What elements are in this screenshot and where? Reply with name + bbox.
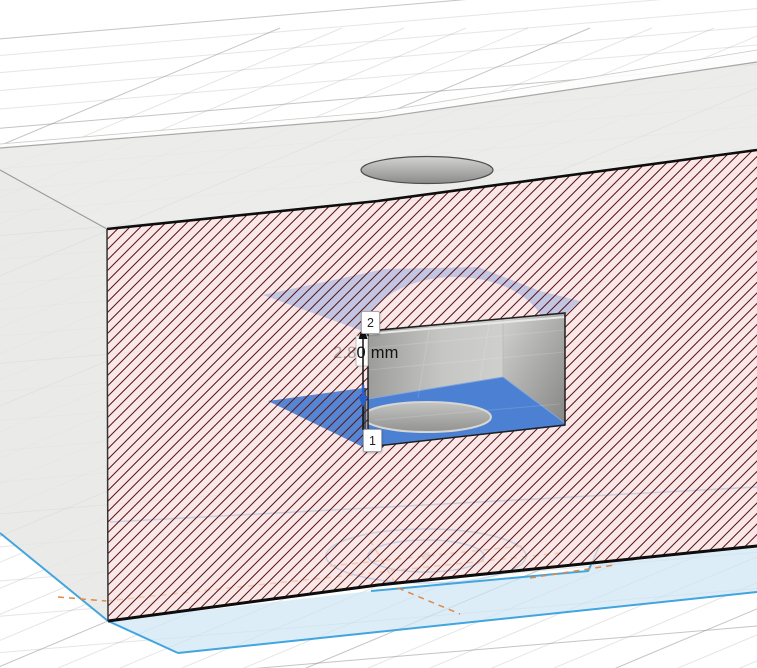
scene-canvas [0, 0, 757, 668]
cavity-interior[interactable] [363, 313, 565, 447]
extent-marker-1[interactable]: 1 [363, 429, 382, 452]
extent-marker-2[interactable]: 2 [361, 311, 380, 334]
dimension-label[interactable]: 2.80 mm [333, 344, 399, 363]
extent-marker-1-label: 1 [369, 434, 376, 448]
extent-marker-2-label: 2 [367, 316, 374, 330]
dimension-value: 0 mm [357, 344, 399, 362]
floor-hole-ellipse[interactable] [363, 402, 491, 432]
cad-viewport[interactable]: 2 1 2.80 mm [0, 0, 757, 668]
section-left-edge [107, 229, 108, 621]
box-left-face[interactable] [0, 170, 108, 621]
dimension-value-occluded: 2.8 [333, 344, 357, 362]
hole-top-ellipse[interactable] [361, 157, 493, 184]
